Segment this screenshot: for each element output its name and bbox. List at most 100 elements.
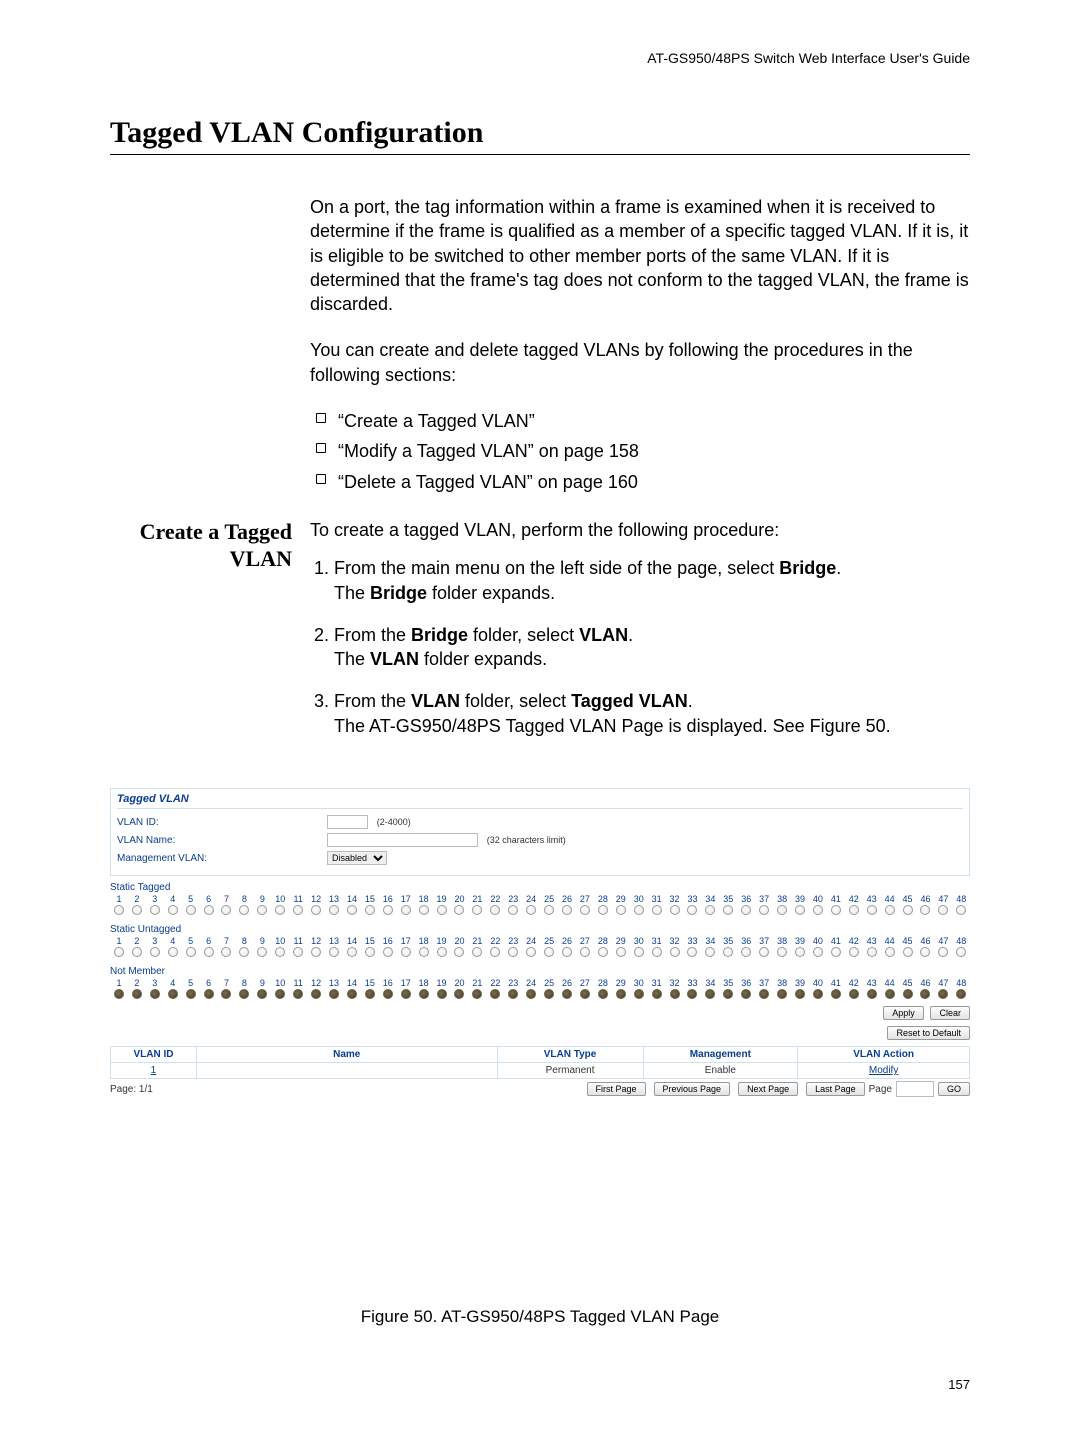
port-radio[interactable]	[598, 947, 608, 957]
port-radio[interactable]	[795, 989, 805, 999]
port-radio[interactable]	[275, 905, 285, 915]
port-radio[interactable]	[419, 989, 429, 999]
port-radio[interactable]	[544, 905, 554, 915]
port-radio[interactable]	[634, 947, 644, 957]
port-radio[interactable]	[920, 905, 930, 915]
apply-button[interactable]: Apply	[883, 1006, 924, 1020]
port-radio[interactable]	[472, 905, 482, 915]
port-radio[interactable]	[687, 947, 697, 957]
port-radio[interactable]	[580, 905, 590, 915]
port-radio[interactable]	[490, 989, 500, 999]
port-radio[interactable]	[705, 947, 715, 957]
port-radio[interactable]	[239, 989, 249, 999]
port-radio[interactable]	[849, 905, 859, 915]
port-radio[interactable]	[759, 947, 769, 957]
port-radio[interactable]	[383, 905, 393, 915]
port-radio[interactable]	[419, 947, 429, 957]
port-radio[interactable]	[938, 989, 948, 999]
vlan-id-input[interactable]	[327, 815, 368, 829]
port-radio[interactable]	[831, 947, 841, 957]
last-page-button[interactable]: Last Page	[806, 1082, 865, 1096]
clear-button[interactable]: Clear	[930, 1006, 970, 1020]
port-radio[interactable]	[777, 989, 787, 999]
port-radio[interactable]	[723, 989, 733, 999]
port-radio[interactable]	[311, 947, 321, 957]
port-radio[interactable]	[114, 947, 124, 957]
port-radio[interactable]	[186, 905, 196, 915]
go-button[interactable]: GO	[938, 1082, 970, 1096]
port-radio[interactable]	[347, 989, 357, 999]
port-radio[interactable]	[454, 989, 464, 999]
mgmt-vlan-select[interactable]: Disabled	[327, 851, 387, 865]
port-radio[interactable]	[365, 905, 375, 915]
port-radio[interactable]	[526, 947, 536, 957]
port-radio[interactable]	[867, 989, 877, 999]
port-radio[interactable]	[903, 947, 913, 957]
cell-action-modify[interactable]: Modify	[798, 1063, 970, 1079]
port-radio[interactable]	[813, 905, 823, 915]
port-radio[interactable]	[401, 989, 411, 999]
port-radio[interactable]	[150, 905, 160, 915]
port-radio[interactable]	[150, 947, 160, 957]
port-radio[interactable]	[938, 947, 948, 957]
port-radio[interactable]	[687, 989, 697, 999]
port-radio[interactable]	[867, 947, 877, 957]
port-radio[interactable]	[490, 905, 500, 915]
port-radio[interactable]	[652, 989, 662, 999]
port-radio[interactable]	[437, 905, 447, 915]
port-radio[interactable]	[598, 989, 608, 999]
port-radio[interactable]	[293, 947, 303, 957]
port-radio[interactable]	[777, 947, 787, 957]
port-radio[interactable]	[150, 989, 160, 999]
port-radio[interactable]	[938, 905, 948, 915]
port-radio[interactable]	[634, 989, 644, 999]
port-radio[interactable]	[204, 947, 214, 957]
next-page-button[interactable]: Next Page	[738, 1082, 798, 1096]
port-radio[interactable]	[526, 989, 536, 999]
port-radio[interactable]	[759, 905, 769, 915]
vlan-name-input[interactable]	[327, 833, 478, 847]
port-radio[interactable]	[472, 989, 482, 999]
port-radio[interactable]	[168, 989, 178, 999]
port-radio[interactable]	[383, 989, 393, 999]
port-radio[interactable]	[347, 905, 357, 915]
port-radio[interactable]	[849, 947, 859, 957]
port-radio[interactable]	[490, 947, 500, 957]
port-radio[interactable]	[311, 989, 321, 999]
port-radio[interactable]	[562, 905, 572, 915]
port-radio[interactable]	[401, 947, 411, 957]
port-radio[interactable]	[508, 989, 518, 999]
port-radio[interactable]	[956, 989, 966, 999]
port-radio[interactable]	[383, 947, 393, 957]
port-radio[interactable]	[544, 947, 554, 957]
port-radio[interactable]	[670, 947, 680, 957]
port-radio[interactable]	[903, 905, 913, 915]
port-radio[interactable]	[867, 905, 877, 915]
port-radio[interactable]	[311, 905, 321, 915]
port-radio[interactable]	[920, 989, 930, 999]
port-radio[interactable]	[132, 989, 142, 999]
port-radio[interactable]	[741, 947, 751, 957]
port-radio[interactable]	[114, 905, 124, 915]
port-radio[interactable]	[257, 989, 267, 999]
port-radio[interactable]	[257, 905, 267, 915]
port-radio[interactable]	[472, 947, 482, 957]
port-radio[interactable]	[920, 947, 930, 957]
port-radio[interactable]	[365, 947, 375, 957]
port-radio[interactable]	[813, 947, 823, 957]
port-radio[interactable]	[275, 947, 285, 957]
port-radio[interactable]	[580, 947, 590, 957]
port-radio[interactable]	[652, 905, 662, 915]
port-radio[interactable]	[670, 905, 680, 915]
port-radio[interactable]	[293, 989, 303, 999]
port-radio[interactable]	[401, 905, 411, 915]
port-radio[interactable]	[239, 947, 249, 957]
port-radio[interactable]	[454, 905, 464, 915]
cell-vlan-id[interactable]: 1	[111, 1063, 197, 1079]
reset-default-button[interactable]: Reset to Default	[887, 1026, 970, 1040]
port-radio[interactable]	[508, 905, 518, 915]
port-radio[interactable]	[616, 989, 626, 999]
port-radio[interactable]	[723, 947, 733, 957]
port-radio[interactable]	[580, 989, 590, 999]
port-radio[interactable]	[275, 989, 285, 999]
